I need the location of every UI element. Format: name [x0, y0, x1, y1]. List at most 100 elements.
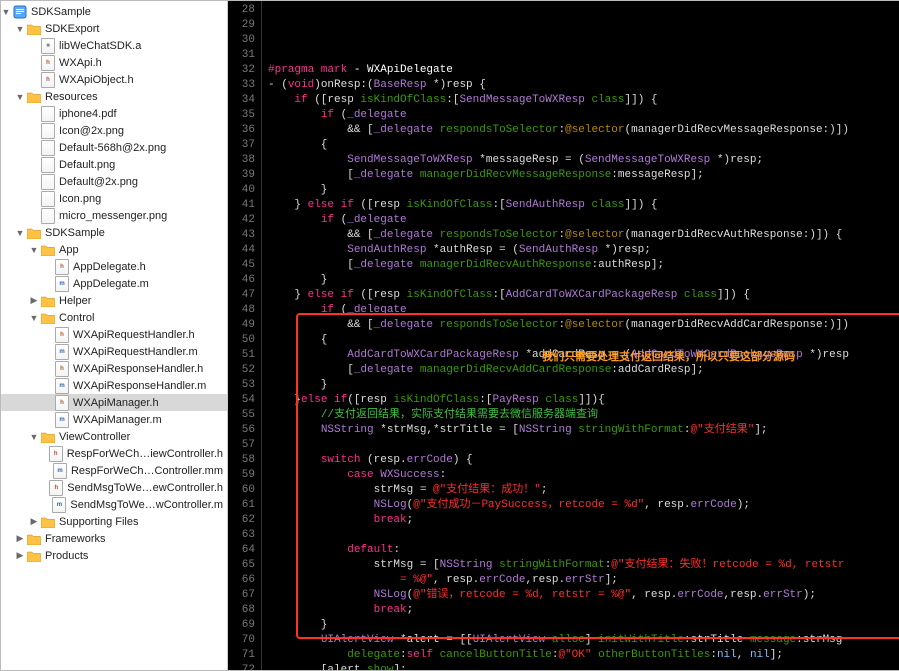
- code-line[interactable]: //支付返回结果，实际支付结果需要去微信服务器端查询: [268, 408, 899, 423]
- code-editor[interactable]: 2829303132333435363738394041424344454647…: [228, 1, 899, 670]
- code-line[interactable]: UIAlertView *alert = [[UIAlertView alloc…: [268, 633, 899, 648]
- chevron-down-icon[interactable]: ▼: [1, 7, 11, 17]
- code-line[interactable]: [_delegate managerDidRecvAddCardResponse…: [268, 363, 899, 378]
- code-line[interactable]: default:: [268, 543, 899, 558]
- code-line[interactable]: if (_delegate: [268, 108, 899, 123]
- tree-item-label: micro_messenger.png: [59, 210, 167, 222]
- tree-item[interactable]: Default-568h@2x.png: [1, 139, 227, 156]
- tree-item[interactable]: ▼SDKSample: [1, 3, 227, 20]
- code-line[interactable]: [_delegate managerDidRecvAuthResponse:au…: [268, 258, 899, 273]
- tree-item[interactable]: ▶ Frameworks: [1, 530, 227, 547]
- code-line[interactable]: strMsg = @"支付结果：成功！";: [268, 483, 899, 498]
- tree-item[interactable]: Default.png: [1, 156, 227, 173]
- chevron-down-icon[interactable]: ▼: [15, 24, 25, 34]
- chevron-down-icon[interactable]: ▼: [29, 432, 39, 442]
- tree-item[interactable]: iphone4.pdf: [1, 105, 227, 122]
- tree-item[interactable]: hAppDelegate.h: [1, 258, 227, 275]
- code-line[interactable]: strMsg = [NSString stringWithFormat:@"支付…: [268, 558, 899, 573]
- tree-item-label: Default-568h@2x.png: [59, 142, 166, 154]
- code-line[interactable]: AddCardToWXCardPackageResp *addCardResp …: [268, 348, 899, 363]
- line-number: 36: [228, 123, 255, 138]
- chevron-down-icon[interactable]: ▼: [29, 245, 39, 255]
- tree-item[interactable]: mRespForWeCh…Controller.mm: [1, 462, 227, 479]
- tree-item[interactable]: micro_messenger.png: [1, 207, 227, 224]
- tree-item[interactable]: ▶Helper: [1, 292, 227, 309]
- code-line[interactable]: break;: [268, 603, 899, 618]
- code-line[interactable]: if (_delegate: [268, 213, 899, 228]
- tree-item[interactable]: Icon.png: [1, 190, 227, 207]
- code-area[interactable]: 我们只需要处理支付返回结果，所以只要这部分源码 #pragma mark - W…: [262, 1, 899, 670]
- tree-item[interactable]: hWXApiManager.h: [1, 394, 227, 411]
- code-line[interactable]: [268, 528, 899, 543]
- chevron-down-icon[interactable]: ▼: [29, 313, 39, 323]
- tree-item[interactable]: ▼ ViewController: [1, 428, 227, 445]
- code-line[interactable]: switch (resp.errCode) {: [268, 453, 899, 468]
- code-line[interactable]: if ([resp isKindOfClass:[SendMessageToWX…: [268, 93, 899, 108]
- chevron-right-icon[interactable]: ▶: [15, 551, 25, 561]
- chevron-down-icon[interactable]: ▼: [15, 228, 25, 238]
- tree-item[interactable]: hWXApiRequestHandler.h: [1, 326, 227, 343]
- tree-item[interactable]: ▼Resources: [1, 88, 227, 105]
- line-number: 30: [228, 33, 255, 48]
- tree-item[interactable]: hSendMsgToWe…ewController.h: [1, 479, 227, 496]
- tree-item[interactable]: mAppDelegate.m: [1, 275, 227, 292]
- tree-item-label: Frameworks: [45, 533, 106, 545]
- tree-item[interactable]: ▼SDKExport: [1, 20, 227, 37]
- code-line[interactable]: && [_delegate respondsToSelector:@select…: [268, 228, 899, 243]
- code-line[interactable]: }: [268, 378, 899, 393]
- chevron-right-icon[interactable]: ▶: [29, 517, 39, 527]
- code-line[interactable]: delegate:self cancelButtonTitle:@"OK" ot…: [268, 648, 899, 663]
- code-line[interactable]: && [_delegate respondsToSelector:@select…: [268, 318, 899, 333]
- tree-item[interactable]: ■libWeChatSDK.a: [1, 37, 227, 54]
- code-line[interactable]: } else if ([resp isKindOfClass:[SendAuth…: [268, 198, 899, 213]
- line-number: 43: [228, 228, 255, 243]
- code-line[interactable]: } else if ([resp isKindOfClass:[AddCardT…: [268, 288, 899, 303]
- tree-item[interactable]: mWXApiResponseHandler.m: [1, 377, 227, 394]
- chevron-down-icon[interactable]: ▼: [15, 92, 25, 102]
- code-line[interactable]: #pragma mark - WXApiDelegate: [268, 63, 899, 78]
- chevron-right-icon[interactable]: ▶: [15, 534, 25, 544]
- line-number: 69: [228, 618, 255, 633]
- code-line[interactable]: break;: [268, 513, 899, 528]
- chevron-right-icon[interactable]: ▶: [29, 296, 39, 306]
- tree-item[interactable]: hWXApiObject.h: [1, 71, 227, 88]
- code-line[interactable]: && [_delegate respondsToSelector:@select…: [268, 123, 899, 138]
- tree-item[interactable]: ▶Products: [1, 547, 227, 564]
- code-line[interactable]: if (_delegate: [268, 303, 899, 318]
- tree-item[interactable]: ▼ SDKSample: [1, 224, 227, 241]
- tree-item[interactable]: mWXApiManager.m: [1, 411, 227, 428]
- code-line[interactable]: {: [268, 138, 899, 153]
- tree-item[interactable]: ▶Supporting Files: [1, 513, 227, 530]
- tree-item[interactable]: mSendMsgToWe…wController.m: [1, 496, 227, 513]
- tree-item[interactable]: ▼App: [1, 241, 227, 258]
- code-line[interactable]: - (void)onResp:(BaseResp *)resp {: [268, 78, 899, 93]
- code-line[interactable]: [_delegate managerDidRecvMessageResponse…: [268, 168, 899, 183]
- line-number: 56: [228, 423, 255, 438]
- code-line[interactable]: NSLog(@"支付成功－PaySuccess，retcode = %d", r…: [268, 498, 899, 513]
- tree-item[interactable]: hRespForWeCh…iewController.h: [1, 445, 227, 462]
- code-line[interactable]: [268, 438, 899, 453]
- code-line[interactable]: case WXSuccess:: [268, 468, 899, 483]
- line-number: 46: [228, 273, 255, 288]
- line-number: 67: [228, 588, 255, 603]
- code-line[interactable]: }: [268, 273, 899, 288]
- tree-item[interactable]: mWXApiRequestHandler.m: [1, 343, 227, 360]
- tree-item-label: ViewController: [59, 431, 130, 443]
- code-line[interactable]: }: [268, 183, 899, 198]
- code-line[interactable]: SendAuthResp *authResp = (SendAuthResp *…: [268, 243, 899, 258]
- project-navigator[interactable]: ▼SDKSample▼SDKExport■libWeChatSDK.ahWXAp…: [1, 1, 228, 670]
- tree-item[interactable]: Default@2x.png: [1, 173, 227, 190]
- tree-item[interactable]: ▼Control: [1, 309, 227, 326]
- code-line[interactable]: NSLog(@"错误，retcode = %d, retstr = %@", r…: [268, 588, 899, 603]
- folder-icon: [27, 90, 41, 104]
- code-line[interactable]: }else if([resp isKindOfClass:[PayResp cl…: [268, 393, 899, 408]
- code-line[interactable]: {: [268, 333, 899, 348]
- code-line[interactable]: }: [268, 618, 899, 633]
- tree-item[interactable]: Icon@2x.png: [1, 122, 227, 139]
- tree-item[interactable]: hWXApi.h: [1, 54, 227, 71]
- code-line[interactable]: = %@", resp.errCode,resp.errStr];: [268, 573, 899, 588]
- tree-item[interactable]: hWXApiResponseHandler.h: [1, 360, 227, 377]
- code-line[interactable]: SendMessageToWXResp *messageResp = (Send…: [268, 153, 899, 168]
- tree-item-label: SDKSample: [45, 227, 105, 239]
- code-line[interactable]: NSString *strMsg,*strTitle = [NSString s…: [268, 423, 899, 438]
